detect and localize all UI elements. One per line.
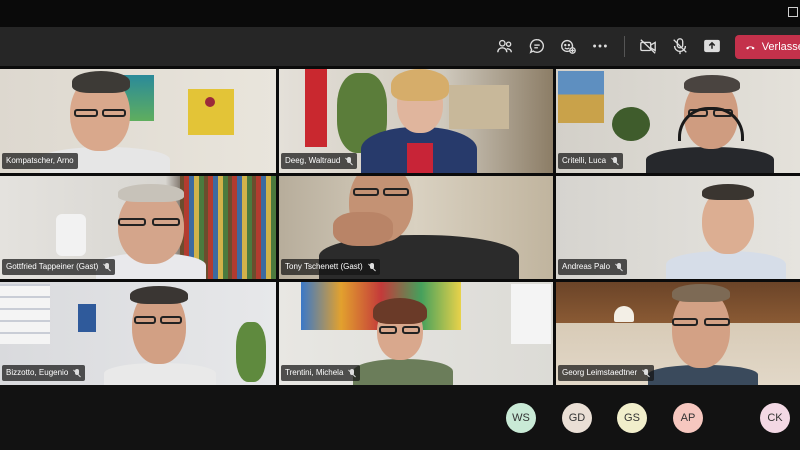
glasses [74, 109, 98, 117]
mic-off-icon [348, 368, 356, 378]
mic-off-icon [642, 368, 650, 378]
window-titlebar [0, 0, 800, 27]
bookshelf [449, 85, 509, 129]
plant [612, 107, 650, 141]
ceiling-lamp [614, 306, 634, 322]
wall-painting [558, 71, 604, 123]
participant-hair [684, 75, 740, 93]
participant-body [646, 147, 774, 173]
participant-nametag: Gottfried Tappeiner (Gast) [2, 259, 116, 275]
painting-dot [205, 97, 215, 107]
participant-hair [702, 184, 754, 200]
phone-hangup-icon [746, 45, 755, 49]
wall-papers [0, 284, 50, 344]
glasses [102, 109, 126, 117]
mic-off-icon [615, 262, 623, 272]
participant-hair [391, 69, 449, 101]
participant-name: Kompatscher, Arno [6, 156, 74, 165]
camera-off-icon[interactable] [638, 36, 658, 56]
participant-nametag: Deeg, Waltraud [281, 153, 358, 169]
participant-name: Andreas Palo [562, 262, 611, 271]
video-tile[interactable]: Andreas Palo [556, 176, 800, 279]
avatar[interactable]: CK [760, 403, 790, 433]
participant-name: Georg Leimstaedtner [562, 368, 638, 377]
avatar-initials: AP [680, 412, 696, 424]
video-tile[interactable]: Gottfried Tappeiner (Gast) [0, 176, 276, 279]
avatar[interactable]: AP [673, 403, 703, 433]
glasses [704, 318, 730, 326]
chat-icon[interactable] [527, 36, 547, 56]
participant-nametag: Trentini, Michela [281, 365, 361, 381]
participant-body [104, 363, 216, 385]
participant-nametag: Georg Leimstaedtner [558, 365, 655, 381]
shirt [407, 143, 433, 173]
people-icon[interactable] [495, 36, 515, 56]
avatar-initials: GD [568, 412, 586, 424]
mic-off-icon [368, 262, 376, 272]
participant-name: Tony Tschenett (Gast) [285, 262, 363, 271]
avatar-initials: GS [624, 412, 640, 424]
participant-name: Gottfried Tappeiner (Gast) [6, 262, 99, 271]
avatar-initials: CK [767, 412, 783, 424]
glasses [353, 188, 379, 196]
video-tile[interactable]: Trentini, Michela [279, 282, 553, 385]
avatar[interactable]: WS [506, 403, 536, 433]
meeting-toolbar [0, 27, 800, 66]
leave-button[interactable]: Verlassen [735, 35, 800, 59]
mic-off-icon [73, 368, 81, 378]
participant-hair [130, 286, 188, 304]
video-tile[interactable]: Critelli, Luca [556, 69, 800, 173]
avatar[interactable]: GS [617, 403, 647, 433]
mic-off-icon [611, 156, 619, 166]
glasses [118, 218, 146, 226]
glasses [402, 326, 420, 334]
participant-hair [373, 298, 427, 324]
toolbar-divider [624, 36, 625, 57]
participant-nametag: Critelli, Luca [558, 153, 624, 169]
wall-calendar [511, 284, 551, 344]
participant-hand [333, 212, 393, 246]
flag [305, 69, 327, 147]
avatar[interactable]: GD [562, 403, 592, 433]
video-tile[interactable]: Bizzotto, Eugenio [0, 282, 276, 385]
glasses [672, 318, 698, 326]
participant-name: Deeg, Waltraud [285, 156, 341, 165]
appliance [56, 214, 86, 256]
plant [236, 322, 266, 382]
mic-off-icon[interactable] [670, 36, 690, 56]
participant-name: Trentini, Michela [285, 368, 344, 377]
glasses [383, 188, 409, 196]
mic-off-icon [103, 262, 111, 272]
glasses [152, 218, 180, 226]
avatar-initials: WS [512, 412, 530, 424]
participant-body [353, 359, 453, 385]
participant-nametag: Andreas Palo [558, 259, 628, 275]
leave-label: Verlassen [761, 41, 800, 53]
wall-picture [78, 304, 96, 332]
glasses [160, 316, 182, 324]
participant-body [648, 365, 758, 385]
video-grid: Kompatscher, Arno Deeg, Waltraud Critell… [0, 69, 800, 385]
more-icon[interactable] [590, 36, 610, 56]
participant-nametag: Tony Tschenett (Gast) [281, 259, 380, 275]
participant-nametag: Bizzotto, Eugenio [2, 365, 86, 381]
glasses [379, 326, 397, 334]
wall-painting [188, 89, 234, 135]
video-tile[interactable]: Tony Tschenett (Gast) [279, 176, 553, 279]
mic-off-icon [345, 156, 353, 166]
video-tile[interactable]: Kompatscher, Arno [0, 69, 276, 173]
glasses [134, 316, 156, 324]
participant-nametag: Kompatscher, Arno [2, 153, 78, 169]
participant-body [666, 251, 786, 279]
maximize-icon[interactable] [788, 7, 798, 17]
video-tile[interactable]: Georg Leimstaedtner [556, 282, 800, 385]
participant-hair [72, 71, 130, 93]
reactions-icon[interactable] [558, 36, 578, 56]
participant-name: Bizzotto, Eugenio [6, 368, 69, 377]
share-icon[interactable] [702, 36, 722, 56]
participant-hair [672, 284, 730, 302]
video-tile[interactable]: Deeg, Waltraud [279, 69, 553, 173]
participant-hair [118, 184, 184, 202]
participant-name: Critelli, Luca [562, 156, 607, 165]
